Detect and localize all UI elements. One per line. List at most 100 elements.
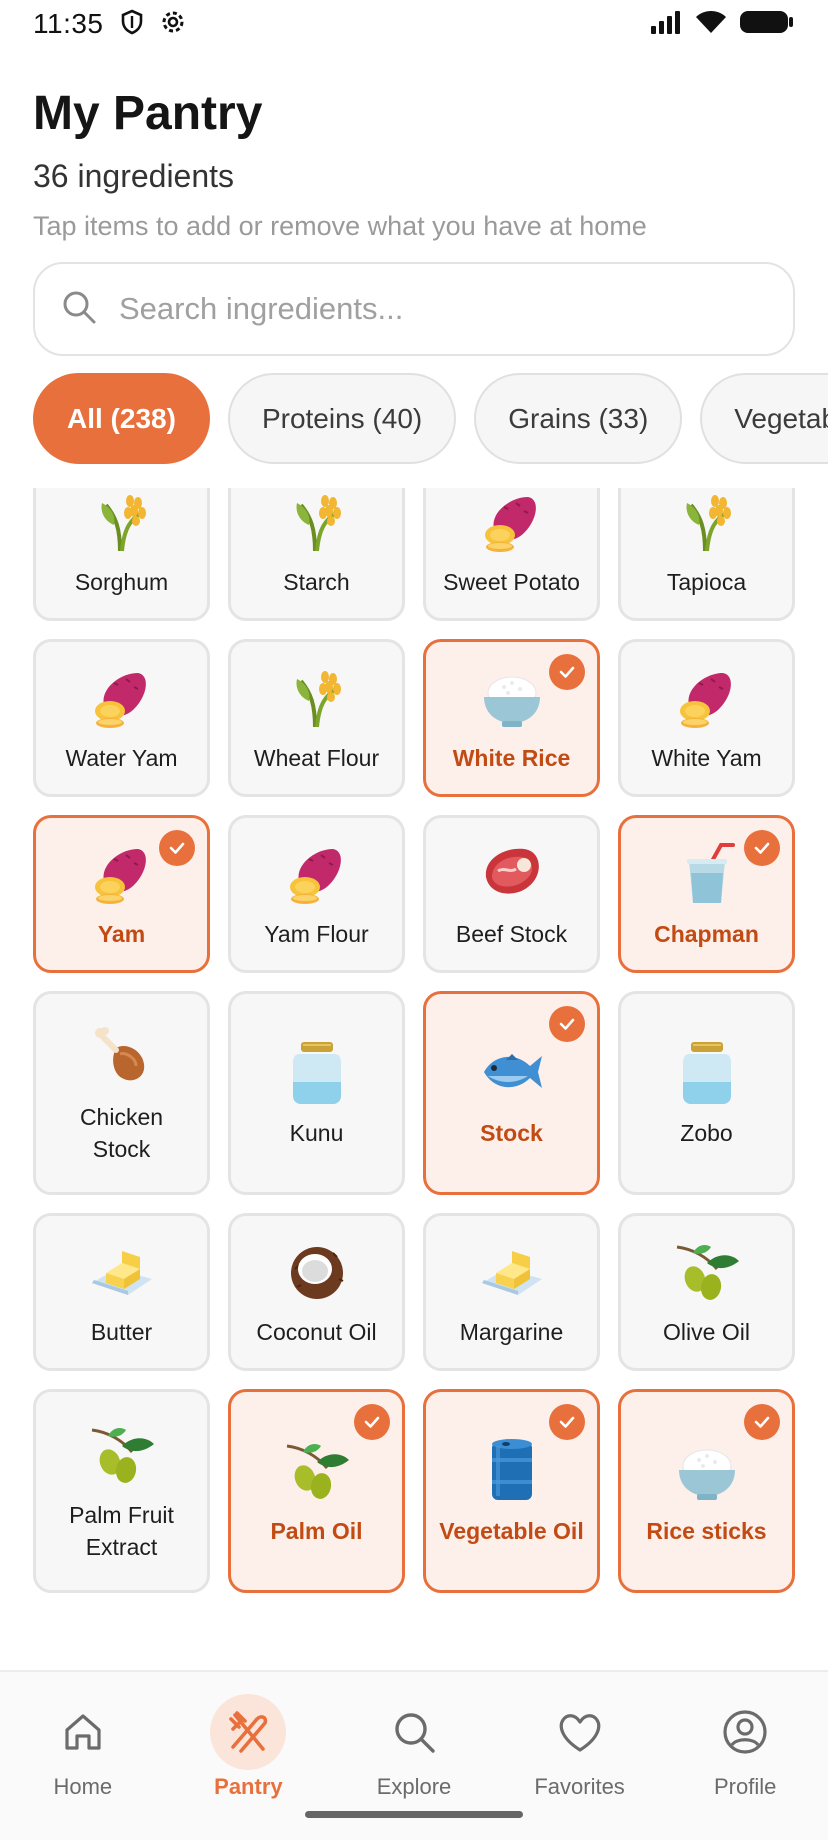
ingredient-tile[interactable]: Stock bbox=[423, 991, 600, 1195]
ingredient-tile[interactable]: Kunu bbox=[228, 991, 405, 1195]
grain-icon bbox=[277, 662, 357, 732]
home-indicator bbox=[305, 1811, 523, 1818]
olive-icon bbox=[277, 1435, 357, 1505]
ingredient-label: Beef Stock bbox=[455, 921, 568, 947]
drumstick-icon bbox=[82, 1021, 162, 1091]
check-icon bbox=[549, 1404, 585, 1440]
oil-drum-icon bbox=[472, 1435, 552, 1505]
status-bar: 11:35 bbox=[0, 0, 828, 48]
butter-icon bbox=[472, 1236, 552, 1306]
grain-icon bbox=[82, 488, 162, 556]
ingredient-label: Sweet Potato bbox=[443, 569, 580, 595]
ingredient-label: Palm Oil bbox=[270, 1518, 363, 1544]
ingredient-tile[interactable]: Starch bbox=[228, 488, 405, 621]
ingredient-label: Butter bbox=[90, 1319, 153, 1345]
status-time: 11:35 bbox=[33, 8, 104, 39]
ingredient-tile[interactable]: Palm Oil bbox=[228, 1389, 405, 1593]
ingredient-tile[interactable]: White Yam bbox=[618, 639, 795, 797]
filter-chip[interactable]: Grains (33) bbox=[474, 373, 683, 464]
ingredient-label: Wheat Flour bbox=[253, 745, 380, 771]
ingredient-label: Chicken Stock bbox=[79, 1104, 164, 1162]
nav-label: Favorites bbox=[534, 1774, 625, 1799]
ingredient-grid: Sorghum Starch Sweet Potato Tapioca Water Ya… bbox=[0, 488, 828, 1622]
ingredient-label: Rice sticks bbox=[646, 1518, 767, 1544]
ingredient-label: Sorghum bbox=[74, 569, 169, 595]
ingredient-label: Coconut Oil bbox=[256, 1319, 377, 1345]
ingredient-tile[interactable]: Butter bbox=[33, 1213, 210, 1371]
ingredient-tile[interactable]: White Rice bbox=[423, 639, 600, 797]
ingredient-tile[interactable]: Zobo bbox=[618, 991, 795, 1195]
cup-straw-icon bbox=[667, 838, 747, 908]
ingredient-label: Chapman bbox=[654, 921, 759, 947]
ingredient-tile[interactable]: Palm Fruit Extract bbox=[33, 1389, 210, 1593]
rice-bowl-icon bbox=[667, 1435, 747, 1505]
fish-icon bbox=[472, 1037, 552, 1107]
shield-icon bbox=[120, 9, 144, 40]
check-icon bbox=[159, 830, 195, 866]
ingredient-label: Yam Flour bbox=[264, 921, 369, 947]
search-icon bbox=[376, 1694, 452, 1770]
olive-icon bbox=[82, 1419, 162, 1489]
jar-icon bbox=[667, 1037, 747, 1107]
nav-label: Profile bbox=[713, 1774, 777, 1799]
ingredient-count: 36 ingredients bbox=[33, 158, 235, 194]
ingredient-tile[interactable]: Margarine bbox=[423, 1213, 600, 1371]
ingredient-label: Tapioca bbox=[666, 569, 747, 595]
filter-chip[interactable]: Proteins (40) bbox=[227, 373, 457, 464]
olive-icon bbox=[667, 1236, 747, 1306]
ingredient-tile[interactable]: Sorghum bbox=[33, 488, 210, 621]
search-input[interactable] bbox=[119, 291, 759, 327]
sweet-potato-icon bbox=[82, 662, 162, 732]
nav-label: Pantry bbox=[214, 1774, 283, 1799]
check-icon bbox=[354, 1404, 390, 1440]
home-icon bbox=[45, 1694, 121, 1770]
jar-icon bbox=[277, 1037, 357, 1107]
ingredient-tile[interactable]: Tapioca bbox=[618, 488, 795, 621]
category-filter-bar: All (238)Proteins (40)Grains (33)Vegetab… bbox=[0, 373, 828, 464]
search-icon bbox=[61, 289, 97, 330]
ingredient-tile[interactable]: Yam Flour bbox=[228, 815, 405, 973]
ingredient-label: Vegetable Oil bbox=[439, 1518, 584, 1544]
check-icon bbox=[549, 1006, 585, 1042]
grain-icon bbox=[667, 488, 747, 556]
gear-icon bbox=[160, 9, 186, 40]
check-icon bbox=[744, 830, 780, 866]
ingredient-tile[interactable]: Water Yam bbox=[33, 639, 210, 797]
ingredient-label: White Yam bbox=[651, 745, 762, 771]
ingredient-label: Water Yam bbox=[65, 745, 178, 771]
heart-icon bbox=[542, 1694, 618, 1770]
nav-item-home[interactable]: Home bbox=[0, 1672, 166, 1840]
ingredient-tile[interactable]: Beef Stock bbox=[423, 815, 600, 973]
ingredient-label: Palm Fruit Extract bbox=[69, 1502, 174, 1560]
utensils-icon bbox=[210, 1694, 287, 1770]
grain-icon bbox=[277, 488, 357, 556]
ingredient-tile[interactable]: Yam bbox=[33, 815, 210, 973]
filter-chip[interactable]: Vegetables bbox=[700, 373, 828, 464]
filter-chip[interactable]: All (238) bbox=[33, 373, 210, 464]
check-icon bbox=[549, 654, 585, 690]
ingredient-label: Starch bbox=[283, 569, 350, 595]
ingredient-tile[interactable]: Chapman bbox=[618, 815, 795, 973]
sweet-potato-icon bbox=[472, 488, 552, 556]
ingredient-tile[interactable]: Vegetable Oil bbox=[423, 1389, 600, 1593]
ingredient-label: Kunu bbox=[289, 1120, 344, 1146]
ingredient-tile[interactable]: Sweet Potato bbox=[423, 488, 600, 621]
ingredient-tile[interactable]: Coconut Oil bbox=[228, 1213, 405, 1371]
rice-bowl-icon bbox=[472, 662, 552, 732]
ingredient-tile[interactable]: Rice sticks bbox=[618, 1389, 795, 1593]
butter-icon bbox=[82, 1236, 162, 1306]
profile-icon bbox=[707, 1694, 783, 1770]
ingredient-label: Stock bbox=[480, 1120, 543, 1146]
ingredient-label: Olive Oil bbox=[663, 1319, 750, 1345]
nav-item-profile[interactable]: Profile bbox=[662, 1672, 828, 1840]
wifi-icon bbox=[695, 10, 727, 39]
ingredient-label: Margarine bbox=[459, 1319, 564, 1345]
ingredient-tile[interactable]: Olive Oil bbox=[618, 1213, 795, 1371]
sweet-potato-icon bbox=[667, 662, 747, 732]
search-box[interactable] bbox=[33, 262, 795, 356]
page-title: My Pantry bbox=[33, 87, 263, 140]
nav-label: Explore bbox=[376, 1774, 452, 1799]
ingredient-tile[interactable]: Chicken Stock bbox=[33, 991, 210, 1195]
check-icon bbox=[744, 1404, 780, 1440]
ingredient-tile[interactable]: Wheat Flour bbox=[228, 639, 405, 797]
